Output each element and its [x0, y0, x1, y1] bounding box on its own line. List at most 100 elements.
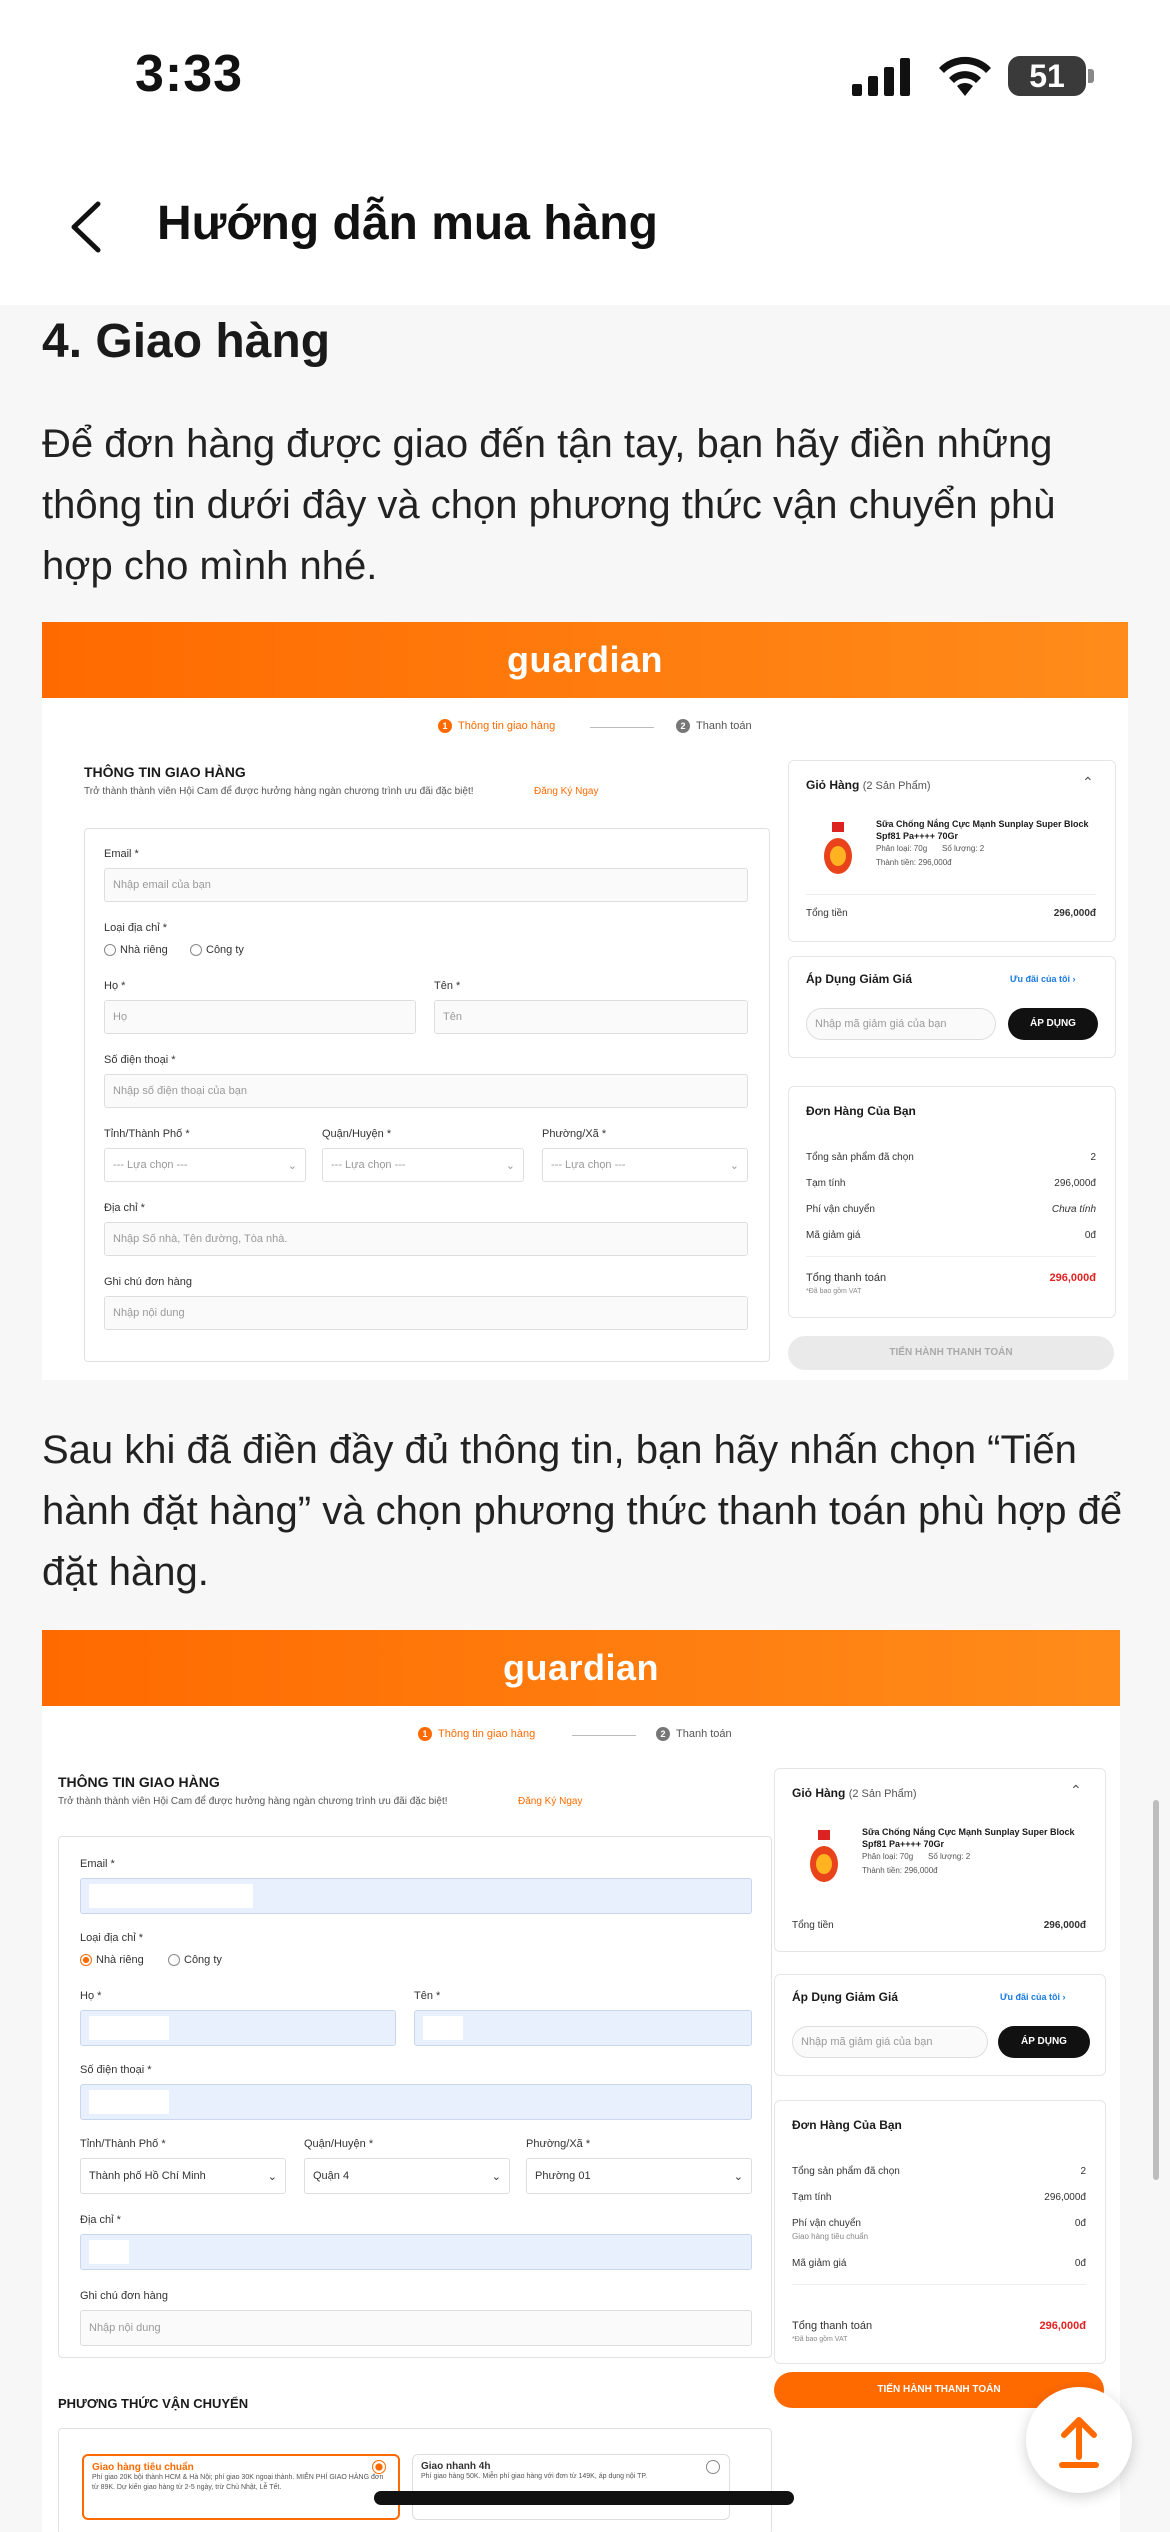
note-field[interactable]: Nhập nội dung — [104, 1296, 748, 1330]
step-1-label: Thông tin giao hàng — [438, 1728, 536, 1740]
apply-button[interactable]: ÁP DỤNG — [998, 2026, 1090, 2058]
firstname-label: Tên * — [434, 980, 461, 992]
city-select[interactable]: Thành phố Hồ Chí Minh ⌄ — [80, 2158, 286, 2194]
home-indicator[interactable] — [374, 2491, 794, 2505]
guardian-banner: guardian — [42, 1630, 1120, 1706]
product-image — [798, 1826, 850, 1884]
step-2-dot: 2 — [676, 719, 690, 733]
chevron-up-icon[interactable]: ⌃ — [1070, 1782, 1082, 1799]
shipping-option-fast[interactable]: Giao nhanh 4h Phí giao hàng 50K. Miễn ph… — [412, 2454, 730, 2520]
radio-home[interactable]: Nhà riêng — [80, 1954, 144, 1967]
chevron-down-icon: ⌄ — [733, 2170, 743, 2183]
chevron-down-icon: ⌄ — [287, 1159, 297, 1172]
order-title: Đơn Hàng Của Bạn — [792, 2118, 902, 2132]
register-link[interactable]: Đăng Ký Ngay — [518, 1796, 582, 1807]
shipping-row: Phí vận chuyển 0đ — [792, 2218, 1086, 2229]
phone-label: Số điện thoại * — [80, 2064, 152, 2076]
product-price: Thành tiền: 296,000đ — [862, 1866, 938, 1875]
checkout-screenshot-empty: guardian 1 Thông tin giao hàng 2 Thanh t… — [42, 622, 1128, 1380]
product-qty: Số lượng: 2 — [942, 844, 985, 853]
note-label: Ghi chú đơn hàng — [104, 1276, 192, 1288]
discount-input[interactable]: Nhập mã giảm giá của bạn — [806, 1008, 996, 1040]
checkout-button-disabled[interactable]: TIẾN HÀNH THANH TOÁN — [788, 1336, 1114, 1370]
product-name: Sữa Chống Nắng Cực Mạnh Sunplay Super Bl… — [862, 1827, 1075, 1849]
radio-company[interactable]: Công ty — [168, 1954, 222, 1967]
phone-label: Số điện thoại * — [104, 1054, 176, 1066]
my-offers-link[interactable]: Ưu đãi của tôi › — [1010, 974, 1075, 984]
phone-field[interactable]: Nhập số điện thoại của bạn — [104, 1074, 748, 1108]
product-variant: Phân loại: 70g — [862, 1852, 914, 1861]
battery-icon: 51 — [1008, 56, 1086, 96]
ward-label: Phường/Xã * — [526, 2138, 591, 2150]
vat-note: *Đã bao gồm VAT — [806, 1288, 862, 1295]
status-time: 3:33 — [135, 45, 244, 103]
form-title: THÔNG TIN GIAO HÀNG — [58, 1774, 220, 1790]
chevron-up-icon[interactable]: ⌃ — [1082, 774, 1094, 791]
email-field[interactable] — [80, 1878, 752, 1914]
scroll-to-top-button[interactable] — [1026, 2387, 1132, 2493]
firstname-field[interactable] — [414, 2010, 752, 2046]
vat-note: *Đã bao gồm VAT — [792, 2336, 848, 2343]
items-row: Tổng sản phẩm đã chọn 2 — [806, 1152, 1096, 1163]
fast-radio[interactable] — [706, 2460, 720, 2474]
district-label: Quận/Huyện * — [322, 1128, 392, 1140]
status-bar: 3:33 51 — [0, 0, 1170, 150]
district-select[interactable]: Quận 4 ⌄ — [304, 2158, 510, 2194]
ward-select[interactable]: Phường 01 ⌄ — [526, 2158, 752, 2194]
lastname-field[interactable]: Họ — [104, 1000, 416, 1034]
product-variant: Phân loại: 70g — [876, 844, 928, 853]
grand-total-row: Tổng thanh toán 296,000đ — [792, 2320, 1086, 2332]
email-label: Email * — [104, 848, 139, 860]
page-title: Hướng dẫn mua hàng — [157, 197, 658, 250]
form-subtitle: Trở thành thành viên Hội Cam để được hưở… — [58, 1796, 448, 1807]
back-arrow-icon[interactable] — [58, 192, 118, 262]
ward-select[interactable]: --- Lựa chọn --- ⌄ — [542, 1148, 748, 1182]
lastname-field[interactable] — [80, 2010, 396, 2046]
shipping-row: Phí vận chuyển Chưa tính — [806, 1204, 1096, 1215]
apply-button[interactable]: ÁP DỤNG — [1008, 1008, 1098, 1040]
step-2-label: Thanh toán — [676, 1728, 732, 1740]
chevron-down-icon: ⌄ — [491, 2170, 501, 2183]
ward-label: Phường/Xã * — [542, 1128, 607, 1140]
step-1-dot: 1 — [418, 1727, 432, 1741]
address-field[interactable]: Nhập Số nhà, Tên đường, Tòa nhà. — [104, 1222, 748, 1256]
district-select[interactable]: --- Lựa chọn --- ⌄ — [322, 1148, 524, 1182]
chevron-down-icon: ⌄ — [505, 1159, 515, 1172]
firstname-field[interactable]: Tên — [434, 1000, 748, 1034]
standard-radio[interactable] — [372, 2460, 386, 2474]
register-link[interactable]: Đăng Ký Ngay — [534, 786, 598, 797]
order-title: Đơn Hàng Của Bạn — [806, 1104, 916, 1118]
step-divider — [590, 727, 654, 728]
chevron-down-icon: ⌄ — [267, 2170, 277, 2183]
items-row: Tổng sản phẩm đã chọn 2 — [792, 2166, 1086, 2177]
city-select[interactable]: --- Lựa chọn --- ⌄ — [104, 1148, 306, 1182]
note-field[interactable]: Nhập nội dung — [80, 2310, 752, 2346]
step-1-label: Thông tin giao hàng — [458, 720, 556, 732]
chevron-down-icon: ⌄ — [729, 1159, 739, 1172]
email-field[interactable]: Nhập email của bạn — [104, 868, 748, 902]
guardian-banner: guardian — [42, 622, 1128, 698]
shipping-method-note: Giao hàng tiêu chuẩn — [792, 2232, 869, 2241]
cart-title: Giỏ Hàng (2 Sản Phẩm) — [806, 778, 931, 792]
product-name: Sữa Chống Nắng Cực Mạnh Sunplay Super Bl… — [876, 819, 1089, 841]
lastname-label: Họ * — [104, 980, 126, 992]
discount-input[interactable]: Nhập mã giảm giá của bạn — [792, 2026, 988, 2058]
product-qty: Số lượng: 2 — [928, 1852, 971, 1861]
my-offers-link[interactable]: Ưu đãi của tôi › — [1000, 1992, 1065, 2002]
checkout-screenshot-filled: guardian 1 Thông tin giao hàng 2 Thanh t… — [42, 1630, 1120, 2532]
step-1-dot: 1 — [438, 719, 452, 733]
firstname-label: Tên * — [414, 1990, 441, 2002]
radio-company[interactable]: Công ty — [190, 944, 244, 957]
address-field[interactable] — [80, 2234, 752, 2270]
subtotal-row: Tạm tính 296,000đ — [806, 1178, 1096, 1189]
address-label: Địa chỉ * — [104, 1202, 145, 1214]
subtotal-row: Tạm tính 296,000đ — [792, 2192, 1086, 2203]
scrollbar[interactable] — [1153, 1800, 1159, 2180]
phone-field[interactable] — [80, 2084, 752, 2120]
shipping-method-title: PHƯƠNG THỨC VẬN CHUYỂN — [58, 2396, 249, 2411]
shipping-option-standard[interactable]: Giao hàng tiêu chuẩn Phí giao 20K bội th… — [82, 2454, 400, 2520]
note-label: Ghi chú đơn hàng — [80, 2290, 168, 2302]
coupon-row: Mã giảm giá 0đ — [792, 2258, 1086, 2269]
district-label: Quận/Huyện * — [304, 2138, 374, 2150]
radio-home[interactable]: Nhà riêng — [104, 944, 168, 957]
